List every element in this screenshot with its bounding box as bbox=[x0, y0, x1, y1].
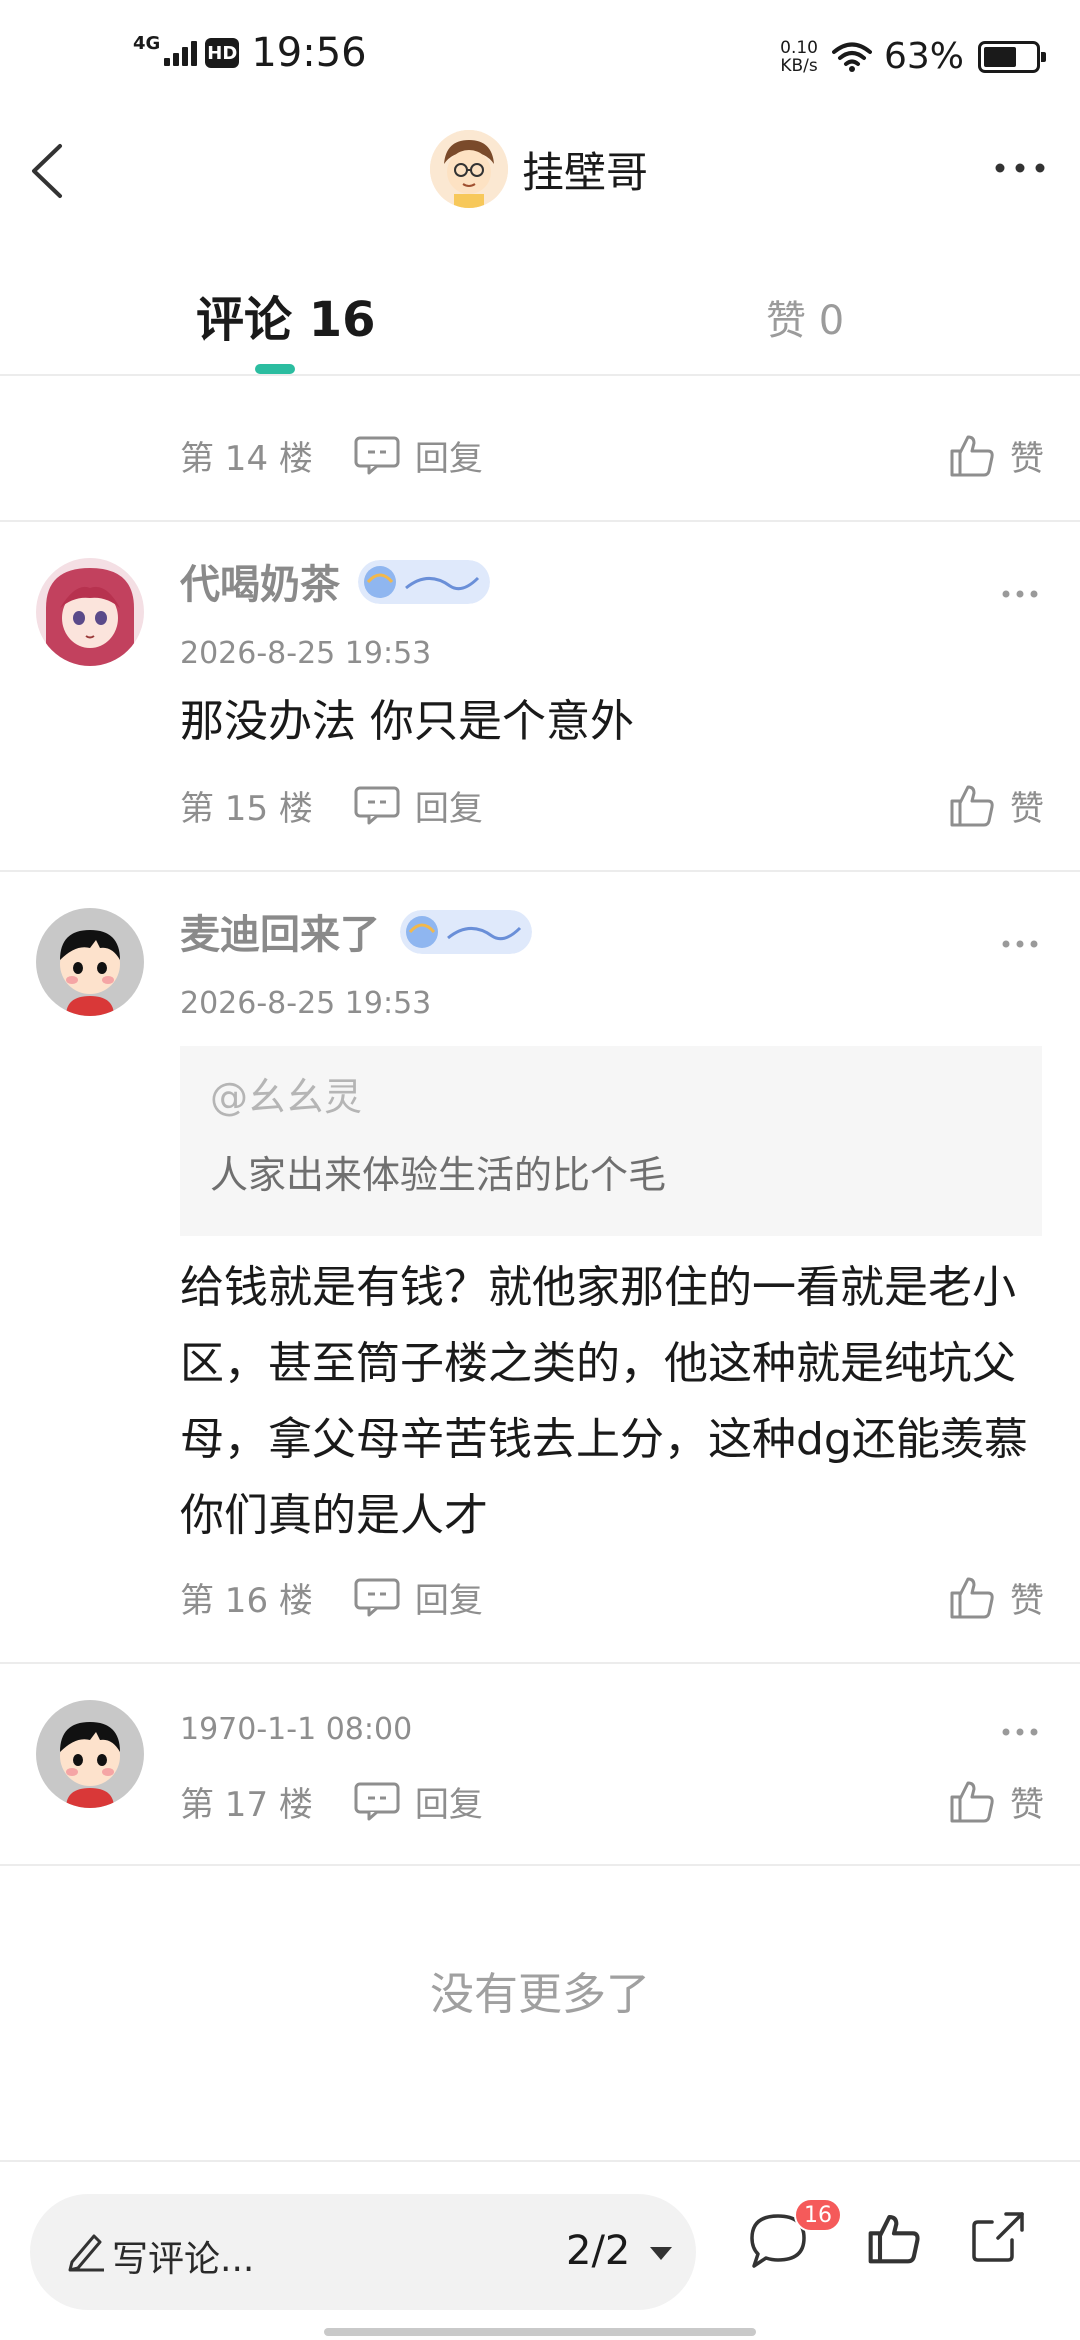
like-label: 赞 bbox=[1010, 1580, 1044, 1621]
home-indicator[interactable] bbox=[324, 2328, 756, 2336]
thumbs-up-icon[interactable] bbox=[948, 1573, 996, 1621]
quoted-text: 人家出来体验生活的比个毛 bbox=[210, 1153, 667, 1197]
thumbs-up-icon[interactable] bbox=[948, 1777, 996, 1825]
like-button[interactable]: 赞 bbox=[948, 1572, 1044, 1622]
comment-more-icon[interactable] bbox=[1000, 1724, 1040, 1740]
reply-icon[interactable] bbox=[353, 1781, 401, 1821]
network-speed-unit: KB/s bbox=[780, 55, 818, 76]
network-speed: 0.10 KB/s bbox=[780, 39, 818, 75]
reply-icon[interactable] bbox=[353, 1577, 401, 1617]
header-user[interactable]: 挂壁哥 bbox=[430, 130, 648, 208]
quoted-comment[interactable]: @幺幺灵 人家出来体验生活的比个毛 bbox=[180, 1046, 1042, 1236]
comment-more-icon[interactable] bbox=[1000, 586, 1040, 602]
battery-percent: 63% bbox=[883, 36, 964, 77]
comment-date: 2026-8-25 19:53 bbox=[180, 986, 432, 1021]
username[interactable]: 麦迪回来了 bbox=[180, 902, 380, 960]
level-badge-icon bbox=[358, 560, 490, 604]
reply-button[interactable]: 回复 bbox=[415, 1573, 483, 1622]
thumbs-up-icon[interactable] bbox=[948, 431, 996, 479]
comment-meta: 第 14 楼 回复 bbox=[180, 430, 483, 480]
clock: 19:56 bbox=[251, 30, 367, 76]
caret-down-icon[interactable] bbox=[648, 2244, 674, 2262]
header-title: 挂壁哥 bbox=[522, 147, 649, 197]
comment-meta: 第 15 楼 回复 bbox=[180, 780, 483, 830]
like-button[interactable]: 赞 bbox=[948, 430, 1044, 480]
back-arrow-icon[interactable] bbox=[24, 140, 74, 202]
tab-comments[interactable]: 评论 16 bbox=[196, 280, 376, 350]
wifi-icon bbox=[831, 42, 872, 72]
reply-button[interactable]: 回复 bbox=[415, 781, 483, 830]
avatar[interactable] bbox=[36, 558, 144, 666]
comment-meta: 第 17 楼 回复 bbox=[180, 1776, 483, 1826]
avatar[interactable] bbox=[36, 908, 144, 1016]
level-badge-icon bbox=[400, 910, 532, 954]
status-left: 4G HD 19:56 bbox=[133, 30, 367, 76]
comment-text: 那没办法 你只是个意外 bbox=[180, 696, 634, 747]
comment-item-floor-16: 麦迪回来了 2026-8-25 19:53 @幺幺灵 人家出来体验生活的比个毛 … bbox=[0, 872, 1080, 1662]
like-button[interactable]: 赞 bbox=[948, 1776, 1044, 1826]
comment-item-floor-17: 1970-1-1 08:00 第 17 楼 回复 赞 bbox=[0, 1664, 1080, 1864]
end-of-list-text: 没有更多了 bbox=[430, 1969, 650, 2020]
more-options-icon[interactable] bbox=[990, 148, 1050, 188]
comment-more-icon[interactable] bbox=[1000, 936, 1040, 952]
battery-icon bbox=[978, 40, 1046, 73]
network-speed-value: 0.10 bbox=[780, 37, 818, 58]
floor-number: 第 17 楼 bbox=[180, 1784, 313, 1825]
reply-icon[interactable] bbox=[353, 435, 401, 475]
network-type: 4G bbox=[133, 32, 161, 54]
cartoon-boy-avatar-icon bbox=[36, 1700, 144, 1808]
header-avatar[interactable] bbox=[430, 130, 508, 208]
avatar[interactable] bbox=[36, 1700, 144, 1808]
status-bar: 4G HD 19:56 0.10 KB/s 63% bbox=[0, 0, 1080, 120]
comment-item-floor-14: 第 14 楼 回复 赞 bbox=[0, 378, 1080, 520]
comment-item-floor-15: 代喝奶茶 2026-8-25 19:53 那没办法 你只是个意外 第 15 楼 … bbox=[0, 522, 1080, 870]
status-right: 0.10 KB/s 63% bbox=[780, 36, 1046, 77]
thumbs-up-icon[interactable] bbox=[948, 781, 996, 829]
signal-icon bbox=[164, 40, 198, 66]
divider bbox=[0, 1864, 1080, 1866]
tab-bar: 评论 16 赞 0 bbox=[0, 260, 1080, 376]
floor-number: 第 14 楼 bbox=[180, 438, 313, 479]
battery-level bbox=[984, 46, 1016, 67]
tab-likes[interactable]: 赞 0 bbox=[766, 288, 844, 346]
thumbs-up-icon[interactable] bbox=[866, 2210, 922, 2266]
like-label: 赞 bbox=[1010, 1784, 1044, 1825]
floor-number: 第 15 楼 bbox=[180, 788, 313, 829]
comment-text: 给钱就是有钱？就他家那住的一看就是老小区，甚至筒子楼之类的，他这种就是纯坑父母，… bbox=[180, 1262, 1028, 1541]
quoted-username: @幺幺灵 bbox=[210, 1075, 363, 1119]
comment-date: 1970-1-1 08:00 bbox=[180, 1712, 413, 1747]
floor-number: 第 16 楼 bbox=[180, 1580, 313, 1621]
reply-icon[interactable] bbox=[353, 785, 401, 825]
reply-button[interactable]: 回复 bbox=[415, 431, 483, 480]
reply-button[interactable]: 回复 bbox=[415, 1777, 483, 1826]
like-label: 赞 bbox=[1010, 788, 1044, 829]
share-icon[interactable] bbox=[968, 2206, 1028, 2266]
bottom-bar: 写评论... 2/2 16 bbox=[0, 2160, 1080, 2340]
comment-meta: 第 16 楼 回复 bbox=[180, 1572, 483, 1622]
cartoon-avatar-icon bbox=[430, 130, 508, 208]
header: 挂壁哥 bbox=[0, 120, 1080, 220]
pencil-icon bbox=[68, 2234, 104, 2272]
cartoon-boy-avatar-icon bbox=[36, 908, 144, 1016]
comment-date: 2026-8-25 19:53 bbox=[180, 636, 432, 671]
page-indicator[interactable]: 2/2 bbox=[566, 2228, 630, 2274]
like-button[interactable]: 赞 bbox=[948, 780, 1044, 830]
anime-girl-avatar-icon bbox=[36, 558, 144, 666]
hd-badge: HD bbox=[205, 38, 240, 68]
like-label: 赞 bbox=[1010, 438, 1044, 479]
tab-active-indicator bbox=[255, 364, 295, 374]
write-comment-input[interactable]: 写评论... 2/2 bbox=[30, 2194, 696, 2310]
username[interactable]: 代喝奶茶 bbox=[180, 552, 340, 610]
write-comment-placeholder: 写评论... bbox=[112, 2239, 255, 2280]
comment-count-badge: 16 bbox=[794, 2198, 842, 2232]
